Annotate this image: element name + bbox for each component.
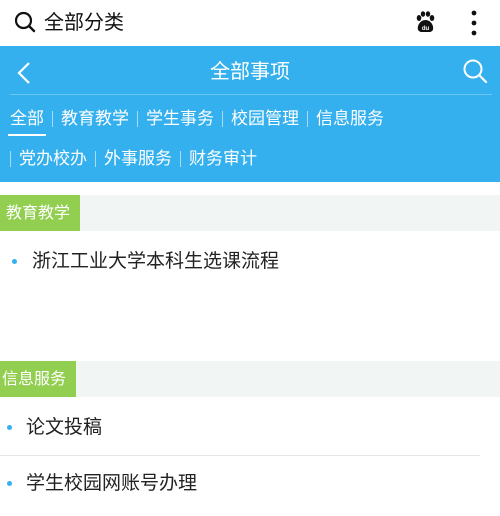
section-header-teaching: 教育教学 [0, 195, 500, 231]
search-icon[interactable] [14, 11, 36, 33]
tab-teaching[interactable]: 教育教学 [53, 107, 137, 131]
tab-row-1: 全部 教育教学 学生事务 校园管理 信息服务 [2, 102, 392, 136]
tab-finance-audit[interactable]: 财务审计 [181, 147, 265, 171]
tab-information-services[interactable]: 信息服务 [308, 107, 392, 131]
tab-party-office[interactable]: 党办校办 [11, 147, 95, 171]
svg-text:du: du [422, 26, 430, 32]
tab-all[interactable]: 全部 [2, 107, 52, 136]
header-divider [10, 94, 492, 95]
list-item-label: 学生校园网账号办理 [26, 472, 198, 494]
header-search-icon[interactable] [462, 58, 488, 84]
more-menu-icon[interactable] [466, 9, 482, 37]
list-item[interactable]: 学生校园网账号办理 [0, 458, 480, 508]
bullet-dot [7, 481, 12, 486]
tab-student-affairs[interactable]: 学生事务 [138, 107, 222, 131]
section-label: 教育教学 [0, 195, 81, 231]
list-item[interactable]: 浙江工业大学本科生选课流程 [0, 236, 480, 286]
list-item-label: 浙江工业大学本科生选课流程 [32, 250, 280, 272]
section-label: 信息服务 [0, 361, 77, 397]
bullet-dot [12, 259, 17, 264]
baidu-paw-icon[interactable]: du [413, 10, 437, 34]
category-header: 全部事项 全部 教育教学 学生事务 校园管理 信息服务 党办校办 外事服务 财务… [0, 46, 500, 182]
tab-campus-management[interactable]: 校园管理 [223, 107, 307, 131]
bullet-dot [7, 425, 12, 430]
section-header-info-services: 信息服务 [0, 361, 500, 397]
item-divider [0, 455, 480, 456]
page-title: 全部分类 [44, 10, 124, 34]
header-title: 全部事项 [210, 59, 290, 83]
list-item-label: 论文投稿 [26, 416, 103, 438]
list-item[interactable]: 论文投稿 [0, 402, 480, 452]
tab-foreign-affairs[interactable]: 外事服务 [96, 147, 180, 171]
top-bar: 全部分类 du [0, 0, 500, 46]
tab-row-2: 党办校办 外事服务 财务审计 [10, 142, 265, 176]
